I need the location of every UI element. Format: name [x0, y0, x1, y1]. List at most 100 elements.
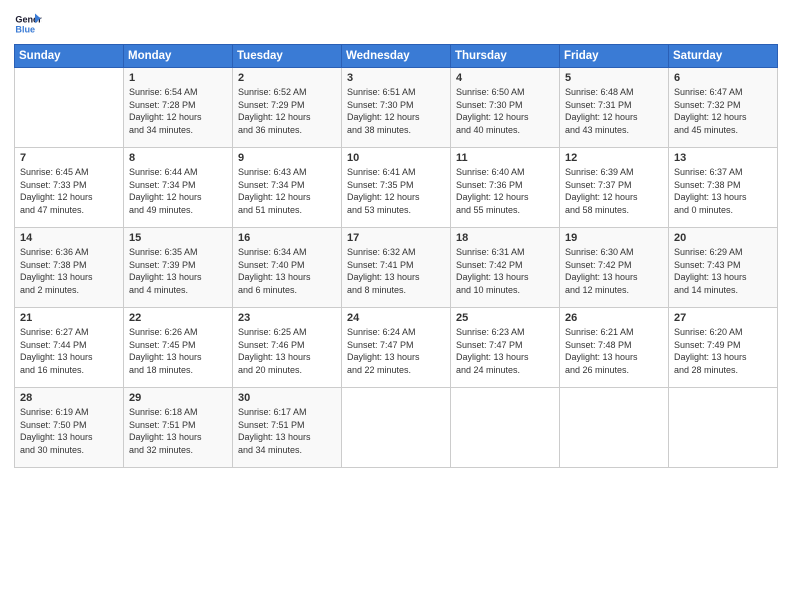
calendar-cell: 30Sunrise: 6:17 AM Sunset: 7:51 PM Dayli…: [233, 388, 342, 468]
day-info: Sunrise: 6:36 AM Sunset: 7:38 PM Dayligh…: [20, 246, 118, 296]
calendar-header-row: SundayMondayTuesdayWednesdayThursdayFrid…: [15, 45, 778, 68]
day-info: Sunrise: 6:37 AM Sunset: 7:38 PM Dayligh…: [674, 166, 772, 216]
day-number: 22: [129, 312, 227, 324]
calendar-cell: [451, 388, 560, 468]
day-number: 12: [565, 152, 663, 164]
day-number: 18: [456, 232, 554, 244]
logo-icon: General Blue: [14, 10, 42, 38]
day-info: Sunrise: 6:51 AM Sunset: 7:30 PM Dayligh…: [347, 86, 445, 136]
calendar-cell: 5Sunrise: 6:48 AM Sunset: 7:31 PM Daylig…: [560, 68, 669, 148]
calendar-cell: 28 Sunrise: 6:19 AM Sunset: 7:50 PM Dayli…: [15, 388, 124, 468]
calendar-cell: [15, 68, 124, 148]
day-info: Sunrise: 6:30 AM Sunset: 7:42 PM Dayligh…: [565, 246, 663, 296]
day-info: Sunrise: 6:44 AM Sunset: 7:34 PM Dayligh…: [129, 166, 227, 216]
day-info: Sunrise: 6:18 AM Sunset: 7:51 PM Dayligh…: [129, 406, 227, 456]
day-number: 13: [674, 152, 772, 164]
day-number: 10: [347, 152, 445, 164]
day-info: Sunrise: 6:19 AM Sunset: 7:50 PM Dayligh…: [20, 406, 118, 456]
day-number: 28: [20, 392, 118, 404]
calendar-cell: 17 Sunrise: 6:32 AM Sunset: 7:41 PM Dayli…: [342, 228, 451, 308]
weekday-header: Sunday: [15, 45, 124, 68]
day-number: 1: [129, 72, 227, 84]
svg-text:Blue: Blue: [15, 24, 35, 34]
calendar-cell: 27 Sunrise: 6:20 AM Sunset: 7:49 PM Dayli…: [669, 308, 778, 388]
day-number: 23: [238, 312, 336, 324]
weekday-header: Friday: [560, 45, 669, 68]
calendar-cell: 14 Sunrise: 6:36 AM Sunset: 7:38 PM Dayli…: [15, 228, 124, 308]
calendar-cell: 3 Sunrise: 6:51 AM Sunset: 7:30 PM Daylig…: [342, 68, 451, 148]
day-info: Sunrise: 6:26 AM Sunset: 7:45 PM Dayligh…: [129, 326, 227, 376]
calendar-week-row: 14 Sunrise: 6:36 AM Sunset: 7:38 PM Dayli…: [15, 228, 778, 308]
day-info: Sunrise: 6:54 AM Sunset: 7:28 PM Dayligh…: [129, 86, 227, 136]
calendar-cell: 22 Sunrise: 6:26 AM Sunset: 7:45 PM Dayli…: [124, 308, 233, 388]
day-number: 7: [20, 152, 118, 164]
calendar-table: SundayMondayTuesdayWednesdayThursdayFrid…: [14, 44, 778, 468]
calendar-cell: [669, 388, 778, 468]
day-info: Sunrise: 6:23 AM Sunset: 7:47 PM Dayligh…: [456, 326, 554, 376]
day-number: 20: [674, 232, 772, 244]
calendar-cell: 9 Sunrise: 6:43 AM Sunset: 7:34 PM Daylig…: [233, 148, 342, 228]
calendar-cell: 23 Sunrise: 6:25 AM Sunset: 7:46 PM Dayli…: [233, 308, 342, 388]
calendar-cell: 18 Sunrise: 6:31 AM Sunset: 7:42 PM Dayli…: [451, 228, 560, 308]
calendar-week-row: 21Sunrise: 6:27 AM Sunset: 7:44 PM Dayli…: [15, 308, 778, 388]
day-number: 6: [674, 72, 772, 84]
day-info: Sunrise: 6:43 AM Sunset: 7:34 PM Dayligh…: [238, 166, 336, 216]
day-number: 17: [347, 232, 445, 244]
day-info: Sunrise: 6:29 AM Sunset: 7:43 PM Dayligh…: [674, 246, 772, 296]
day-info: Sunrise: 6:20 AM Sunset: 7:49 PM Dayligh…: [674, 326, 772, 376]
weekday-header: Tuesday: [233, 45, 342, 68]
calendar-cell: 4 Sunrise: 6:50 AM Sunset: 7:30 PM Daylig…: [451, 68, 560, 148]
page-header: General Blue: [14, 10, 778, 38]
day-number: 8: [129, 152, 227, 164]
calendar-cell: 13 Sunrise: 6:37 AM Sunset: 7:38 PM Dayli…: [669, 148, 778, 228]
calendar-cell: 11 Sunrise: 6:40 AM Sunset: 7:36 PM Dayli…: [451, 148, 560, 228]
calendar-cell: 10 Sunrise: 6:41 AM Sunset: 7:35 PM Dayli…: [342, 148, 451, 228]
day-number: 25: [456, 312, 554, 324]
calendar-cell: 24 Sunrise: 6:24 AM Sunset: 7:47 PM Dayli…: [342, 308, 451, 388]
weekday-header: Monday: [124, 45, 233, 68]
calendar-cell: 15 Sunrise: 6:35 AM Sunset: 7:39 PM Dayli…: [124, 228, 233, 308]
calendar-cell: 26 Sunrise: 6:21 AM Sunset: 7:48 PM Dayli…: [560, 308, 669, 388]
day-info: Sunrise: 6:17 AM Sunset: 7:51 PM Dayligh…: [238, 406, 336, 456]
day-info: Sunrise: 6:52 AM Sunset: 7:29 PM Dayligh…: [238, 86, 336, 136]
day-info: Sunrise: 6:35 AM Sunset: 7:39 PM Dayligh…: [129, 246, 227, 296]
logo: General Blue: [14, 10, 44, 38]
page-container: General Blue SundayMondayTuesdayWednesda…: [0, 0, 792, 478]
calendar-cell: 8 Sunrise: 6:44 AM Sunset: 7:34 PM Daylig…: [124, 148, 233, 228]
day-info: Sunrise: 6:32 AM Sunset: 7:41 PM Dayligh…: [347, 246, 445, 296]
calendar-cell: 20 Sunrise: 6:29 AM Sunset: 7:43 PM Dayli…: [669, 228, 778, 308]
day-number: 4: [456, 72, 554, 84]
calendar-cell: 29 Sunrise: 6:18 AM Sunset: 7:51 PM Dayli…: [124, 388, 233, 468]
calendar-cell: 25 Sunrise: 6:23 AM Sunset: 7:47 PM Dayli…: [451, 308, 560, 388]
day-number: 24: [347, 312, 445, 324]
day-number: 29: [129, 392, 227, 404]
calendar-week-row: 7Sunrise: 6:45 AM Sunset: 7:33 PM Daylig…: [15, 148, 778, 228]
calendar-week-row: 28 Sunrise: 6:19 AM Sunset: 7:50 PM Dayli…: [15, 388, 778, 468]
day-info: Sunrise: 6:25 AM Sunset: 7:46 PM Dayligh…: [238, 326, 336, 376]
weekday-header: Thursday: [451, 45, 560, 68]
calendar-cell: 16 Sunrise: 6:34 AM Sunset: 7:40 PM Dayli…: [233, 228, 342, 308]
day-number: 26: [565, 312, 663, 324]
day-number: 2: [238, 72, 336, 84]
day-info: Sunrise: 6:27 AM Sunset: 7:44 PM Dayligh…: [20, 326, 118, 376]
day-number: 11: [456, 152, 554, 164]
calendar-cell: 12Sunrise: 6:39 AM Sunset: 7:37 PM Dayli…: [560, 148, 669, 228]
calendar-cell: 21Sunrise: 6:27 AM Sunset: 7:44 PM Dayli…: [15, 308, 124, 388]
day-info: Sunrise: 6:31 AM Sunset: 7:42 PM Dayligh…: [456, 246, 554, 296]
day-number: 27: [674, 312, 772, 324]
day-number: 15: [129, 232, 227, 244]
day-info: Sunrise: 6:24 AM Sunset: 7:47 PM Dayligh…: [347, 326, 445, 376]
day-info: Sunrise: 6:21 AM Sunset: 7:48 PM Dayligh…: [565, 326, 663, 376]
day-number: 5: [565, 72, 663, 84]
calendar-cell: [342, 388, 451, 468]
day-number: 14: [20, 232, 118, 244]
day-number: 16: [238, 232, 336, 244]
day-number: 3: [347, 72, 445, 84]
day-info: Sunrise: 6:34 AM Sunset: 7:40 PM Dayligh…: [238, 246, 336, 296]
day-info: Sunrise: 6:40 AM Sunset: 7:36 PM Dayligh…: [456, 166, 554, 216]
calendar-cell: 2 Sunrise: 6:52 AM Sunset: 7:29 PM Daylig…: [233, 68, 342, 148]
day-info: Sunrise: 6:50 AM Sunset: 7:30 PM Dayligh…: [456, 86, 554, 136]
day-number: 9: [238, 152, 336, 164]
day-info: Sunrise: 6:41 AM Sunset: 7:35 PM Dayligh…: [347, 166, 445, 216]
day-info: Sunrise: 6:47 AM Sunset: 7:32 PM Dayligh…: [674, 86, 772, 136]
